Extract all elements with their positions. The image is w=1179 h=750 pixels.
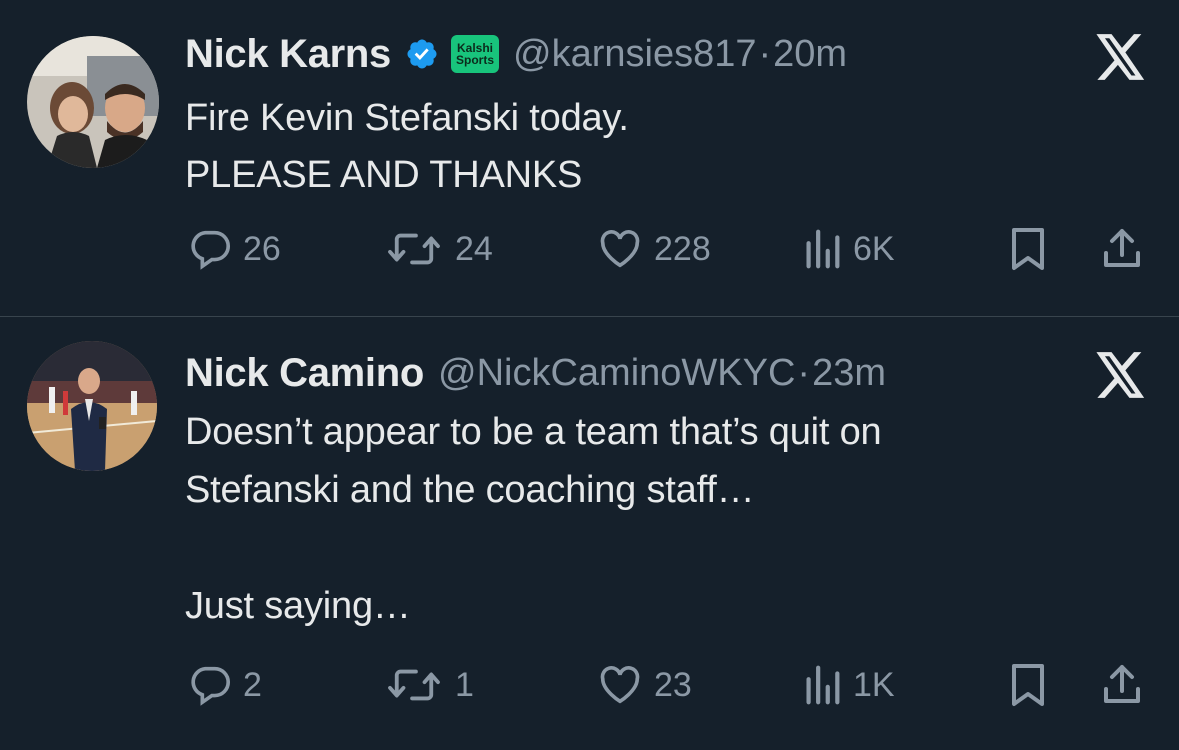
like-count: 23 <box>654 665 692 704</box>
share-icon <box>1104 665 1140 703</box>
timestamp[interactable]: 23m <box>812 352 886 395</box>
reply-button[interactable]: 26 <box>187 224 281 274</box>
views-count: 1K <box>853 665 895 704</box>
retweet-count: 24 <box>455 229 493 268</box>
verified-badge-icon <box>407 39 437 69</box>
x-logo-icon <box>1096 352 1145 398</box>
retweet-icon <box>388 669 440 701</box>
like-icon <box>600 230 640 268</box>
author-name[interactable]: Nick Karns <box>185 32 391 77</box>
tweet-card[interactable]: Nick Karns Kalshi Sports @karnsies817 · … <box>0 0 1179 316</box>
reply-icon <box>191 666 231 706</box>
author-handle[interactable]: @karnsies817 <box>513 33 756 76</box>
like-icon <box>600 666 640 704</box>
views-button[interactable]: 1K <box>801 660 895 710</box>
like-button[interactable]: 23 <box>596 660 692 710</box>
bookmark-icon <box>1012 228 1044 270</box>
views-icon <box>806 665 840 705</box>
share-button[interactable] <box>1098 224 1146 274</box>
reply-count: 2 <box>243 665 262 704</box>
author-handle[interactable]: @NickCaminoWKYC <box>438 352 795 395</box>
retweet-icon <box>388 233 440 265</box>
x-logo-icon <box>1096 34 1145 80</box>
reply-icon <box>191 230 231 270</box>
views-count: 6K <box>853 229 895 268</box>
avatar[interactable] <box>27 341 157 471</box>
tweet-actions: 26 24 228 6K <box>0 224 1179 274</box>
avatar[interactable] <box>27 36 159 168</box>
timestamp[interactable]: 20m <box>773 33 847 76</box>
share-icon <box>1104 229 1140 267</box>
like-count: 228 <box>654 229 711 268</box>
separator-dot: · <box>797 351 811 394</box>
bookmark-button[interactable] <box>1008 660 1048 710</box>
tweet-text: Fire Kevin Stefanski today. PLEASE AND T… <box>185 97 629 196</box>
tweet-text: Doesn’t appear to be a team that’s quit … <box>185 411 882 627</box>
retweet-button[interactable]: 24 <box>383 224 493 274</box>
retweet-button[interactable]: 1 <box>383 660 474 710</box>
retweet-count: 1 <box>455 665 474 704</box>
share-button[interactable] <box>1098 660 1146 710</box>
reply-count: 26 <box>243 229 281 268</box>
views-button[interactable]: 6K <box>801 224 895 274</box>
affiliate-badge[interactable]: Kalshi Sports <box>451 35 499 73</box>
timeline-feed: Nick Karns Kalshi Sports @karnsies817 · … <box>0 0 1179 750</box>
reply-button[interactable]: 2 <box>187 660 262 710</box>
bookmark-icon <box>1012 664 1044 706</box>
tweet-header: Nick Camino @NickCaminoWKYC · 23m <box>185 349 886 397</box>
tweet-header: Nick Karns Kalshi Sports @karnsies817 · … <box>185 30 847 78</box>
tweet-card[interactable]: Nick Camino @NickCaminoWKYC · 23m Doesn’… <box>0 317 1179 750</box>
separator-dot: · <box>758 32 772 75</box>
like-button[interactable]: 228 <box>596 224 711 274</box>
author-name[interactable]: Nick Camino <box>185 351 424 396</box>
tweet-actions: 2 1 23 1K <box>0 660 1179 710</box>
bookmark-button[interactable] <box>1008 224 1048 274</box>
views-icon <box>806 229 840 269</box>
affiliate-badge-line2: Sports <box>455 53 494 67</box>
